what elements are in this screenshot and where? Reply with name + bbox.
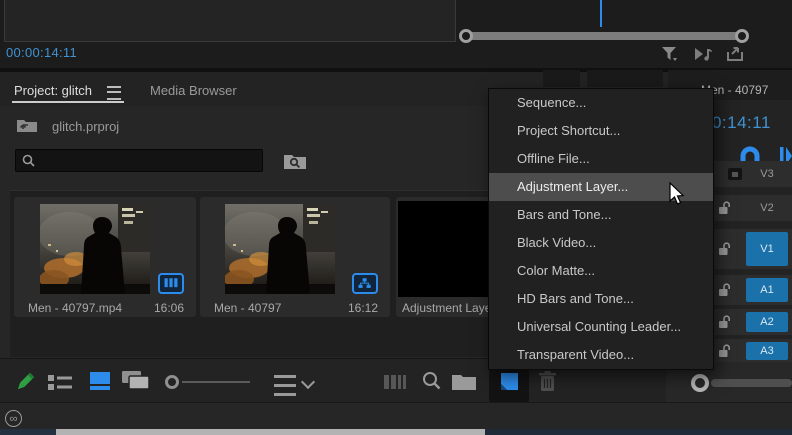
menu-item-project-shortcut[interactable]: Project Shortcut... xyxy=(489,117,713,145)
find-icon[interactable] xyxy=(422,371,442,391)
clip-thumbnail xyxy=(225,204,335,294)
menu-item-color-matte[interactable]: Color Matte... xyxy=(489,257,713,285)
menu-item-hd-bars-and-tone[interactable]: HD Bars and Tone... xyxy=(489,285,713,313)
clip-name: Men - 40797 xyxy=(214,301,281,315)
track-target-badge[interactable]: A2 xyxy=(746,312,788,332)
clip-duration: 16:06 xyxy=(154,301,184,315)
monitor-timecode: 00:00:14:11 xyxy=(6,45,77,60)
track-header-a2[interactable]: A2 xyxy=(702,309,792,335)
icon-view-icon[interactable] xyxy=(90,372,112,391)
track-label[interactable]: V2 xyxy=(746,195,788,221)
mouse-cursor xyxy=(668,182,686,208)
thumbnail-zoom-slider-handle[interactable] xyxy=(165,375,179,389)
premiere-pro-window: 00:00:14:11 Project: glitch Media Browse… xyxy=(0,0,792,435)
delete-icon[interactable] xyxy=(538,371,558,392)
new-bin-icon[interactable] xyxy=(452,373,478,391)
menu-item-offline-file[interactable]: Offline File... xyxy=(489,145,713,173)
track-target-badge[interactable]: A1 xyxy=(746,278,788,302)
export-frame-icon[interactable] xyxy=(726,46,746,62)
new-item-context-menu: Sequence... Project Shortcut... Offline … xyxy=(488,88,714,370)
navigate-up-folder-icon[interactable] xyxy=(16,117,38,133)
horizontal-scrollbar-track[interactable] xyxy=(485,429,792,435)
clip-card-sequence[interactable]: Men - 40797 16:12 xyxy=(200,197,390,317)
track-header-a1[interactable]: A1 xyxy=(702,275,792,305)
list-view-icon[interactable] xyxy=(48,374,74,391)
tab-media-browser[interactable]: Media Browser xyxy=(150,83,237,98)
track-header-a3[interactable]: A3 xyxy=(702,339,792,363)
monitor-preview-edge xyxy=(4,0,456,42)
track-target-badge[interactable]: A3 xyxy=(746,342,788,360)
writable-pencil-icon[interactable] xyxy=(13,370,37,394)
clip-name: Adjustment Layer xyxy=(402,301,488,315)
automate-to-sequence-icon[interactable] xyxy=(384,374,410,390)
clip-card-video[interactable]: Men - 40797.mp4 16:06 xyxy=(14,197,196,317)
unlock-icon[interactable] xyxy=(718,242,731,256)
clip-thumbnail xyxy=(398,201,490,297)
sort-icon[interactable] xyxy=(274,375,296,396)
play-audio-icon[interactable] xyxy=(693,46,715,62)
sequence-clip-icon xyxy=(352,273,378,294)
collapsed-tab[interactable] xyxy=(543,70,580,87)
playhead-marker[interactable] xyxy=(600,0,602,27)
tab-project[interactable]: Project: glitch xyxy=(14,83,92,98)
panel-menu-icon[interactable] xyxy=(107,86,121,100)
track-header-v3[interactable]: V3 xyxy=(702,161,792,187)
menu-item-sequence[interactable]: Sequence... xyxy=(489,89,713,117)
unlock-icon[interactable] xyxy=(718,315,731,329)
creative-cloud-icon: ∞ xyxy=(5,410,22,427)
search-box[interactable] xyxy=(15,149,263,172)
filter-icon[interactable] xyxy=(660,45,680,63)
track-label[interactable]: V3 xyxy=(746,161,788,187)
track-target-badge[interactable]: V1 xyxy=(746,232,788,266)
timeline-scrollbar-handle[interactable] xyxy=(691,374,709,392)
clip-duration: 16:12 xyxy=(348,301,378,315)
search-icon xyxy=(22,154,36,168)
zoom-handle-left[interactable] xyxy=(459,29,473,43)
unlock-icon[interactable] xyxy=(718,201,731,215)
menu-item-transparent-video[interactable]: Transparent Video... xyxy=(489,341,713,369)
unlock-icon[interactable] xyxy=(718,344,731,358)
thumbnail-zoom-slider-track[interactable] xyxy=(182,381,250,383)
track-header-v1[interactable]: V1 xyxy=(702,229,792,269)
track-header-v2[interactable]: V2 xyxy=(702,195,792,221)
unlock-icon[interactable] xyxy=(718,283,731,297)
clip-name: Men - 40797.mp4 xyxy=(28,301,122,315)
menu-item-black-video[interactable]: Black Video... xyxy=(489,229,713,257)
menu-item-universal-counting-leader[interactable]: Universal Counting Leader... xyxy=(489,313,713,341)
active-tab-underline xyxy=(12,101,124,103)
freeform-view-icon[interactable] xyxy=(122,371,152,391)
clip-thumbnail xyxy=(40,204,150,294)
collapsed-tab[interactable] xyxy=(587,70,663,87)
monitor-zoom-scrollbar[interactable] xyxy=(465,32,743,40)
progress-strip-left xyxy=(0,429,56,435)
lock-icon[interactable] xyxy=(728,168,742,180)
video-clip-icon xyxy=(158,273,184,294)
timeline-scrollbar-track[interactable] xyxy=(711,379,792,387)
horizontal-scrollbar-thumb[interactable] xyxy=(56,429,485,435)
search-input[interactable] xyxy=(40,151,259,172)
search-bin-icon[interactable] xyxy=(283,151,307,171)
zoom-handle-right[interactable] xyxy=(735,29,749,43)
new-item-icon xyxy=(499,372,520,392)
breadcrumb[interactable]: glitch.prproj xyxy=(52,119,119,134)
